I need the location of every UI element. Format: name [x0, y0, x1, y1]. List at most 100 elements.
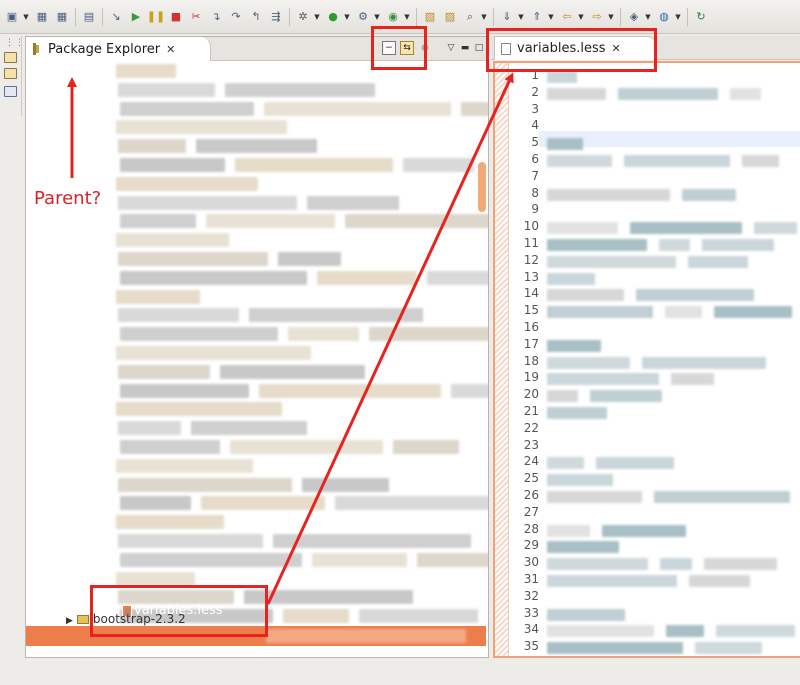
- obscured-tree-text: [201, 496, 325, 511]
- line-number: 16: [523, 319, 539, 334]
- perspective-icon[interactable]: ◈: [626, 9, 642, 25]
- toolbar-separator: [75, 7, 76, 26]
- obscured-tree-text: [116, 458, 253, 473]
- dropdown-arrow-icon[interactable]: ▼: [644, 13, 652, 21]
- line-number: 5: [531, 135, 539, 150]
- resume-icon[interactable]: ▶: [128, 9, 144, 25]
- disconnect-icon[interactable]: ✂: [188, 9, 204, 25]
- tab-package-explorer[interactable]: Package Explorer ✕: [26, 37, 211, 61]
- obscured-code-text: [547, 272, 595, 285]
- skip-breakpoints-icon[interactable]: ↘: [108, 9, 124, 25]
- editor-tab-highlight-box: [486, 28, 657, 72]
- line-number: 3: [531, 101, 539, 116]
- expand-arrow-icon[interactable]: ▶: [66, 616, 73, 626]
- step-into-icon[interactable]: ↴: [208, 9, 224, 25]
- line-number: 8: [531, 185, 539, 200]
- annotation-ruler: [495, 63, 509, 656]
- obscured-tree-text: [206, 214, 335, 229]
- obscured-code-text: [660, 558, 692, 571]
- close-icon[interactable]: ✕: [166, 43, 175, 56]
- obscured-tree-text: [120, 214, 196, 229]
- search-icon[interactable]: ⌕: [462, 9, 478, 25]
- obscured-tree-text: [116, 346, 311, 360]
- obscured-tree-text: [225, 82, 375, 97]
- obscured-code-text: [547, 87, 606, 100]
- obscured-tree-text: [235, 158, 393, 172]
- line-number: 2: [531, 84, 539, 99]
- obscured-tree-text: [230, 440, 383, 454]
- open-task-icon[interactable]: ▨: [442, 9, 458, 25]
- line-number: 13: [523, 269, 539, 284]
- link-button-highlight-box: [371, 26, 427, 70]
- new-icon[interactable]: ▣: [4, 9, 20, 25]
- obscured-code-text: [547, 642, 683, 655]
- back-icon[interactable]: ⇦: [559, 9, 575, 25]
- obscured-tree-text: [120, 327, 278, 342]
- line-number-gutter: 1 2 3 4 5 6 7 8 9 10 11 12 13 14 15 16 17 18 19 20 21 22 23 24 2…: [515, 67, 539, 655]
- open-type-icon[interactable]: ▧: [422, 9, 438, 25]
- dropdown-arrow-icon[interactable]: ▼: [313, 13, 321, 21]
- line-number: 17: [523, 336, 539, 351]
- obscured-code-text: [547, 289, 624, 302]
- dropdown-arrow-icon[interactable]: ▼: [403, 13, 411, 21]
- tab-label: Package Explorer: [48, 41, 161, 57]
- obscured-code-text: [547, 558, 648, 571]
- line-number: 21: [523, 403, 539, 418]
- suspend-icon[interactable]: ❚❚: [147, 9, 165, 25]
- code-editor[interactable]: 1 2 3 4 5 6 7 8 9 10 11 12 13 14 15 16 17 18 19 20 21 22 23 24 2…: [493, 61, 800, 658]
- external-tools-icon[interactable]: ⚙: [355, 9, 371, 25]
- forward-icon[interactable]: ⇨: [589, 9, 605, 25]
- dropdown-arrow-icon[interactable]: ▼: [577, 13, 585, 21]
- debug-icon[interactable]: ✲: [295, 9, 311, 25]
- obscured-code-text: [659, 239, 690, 251]
- obscured-code-text: [547, 474, 613, 487]
- previous-annotation-icon[interactable]: ⇑: [529, 9, 545, 25]
- toolbar-separator: [289, 7, 290, 26]
- coverage-icon[interactable]: ◉: [385, 9, 401, 25]
- obscured-tree-text: [118, 252, 268, 266]
- view-menu-icon[interactable]: ▽: [446, 43, 456, 53]
- obscured-code-text: [730, 87, 761, 100]
- step-over-icon[interactable]: ↷: [228, 9, 244, 25]
- obscured-code-text: [547, 575, 677, 587]
- dropdown-arrow-icon[interactable]: ▼: [607, 13, 615, 21]
- package-explorer-icon[interactable]: [4, 68, 17, 79]
- restore-icon[interactable]: [4, 52, 17, 63]
- obscured-tree-text: [116, 402, 282, 417]
- obscured-tree-text: [393, 440, 459, 454]
- terminal-icon[interactable]: ▤: [81, 9, 97, 25]
- minimize-icon[interactable]: ▬: [460, 43, 470, 53]
- tree-scrollbar[interactable]: [478, 162, 486, 212]
- obscured-tree-text: [369, 327, 488, 342]
- refresh-icon[interactable]: ↻: [693, 9, 709, 25]
- line-number: 28: [523, 521, 539, 536]
- run-icon[interactable]: ●: [325, 9, 341, 25]
- parent-annotation-label: Parent?: [34, 188, 102, 209]
- dropdown-arrow-icon[interactable]: ▼: [373, 13, 381, 21]
- dropdown-arrow-icon[interactable]: ▼: [480, 13, 488, 21]
- dropdown-arrow-icon[interactable]: ▼: [22, 13, 30, 21]
- dropdown-arrow-icon[interactable]: ▼: [517, 13, 525, 21]
- line-number: 25: [523, 471, 539, 486]
- left-trim-bar: ⋮⋮: [0, 36, 25, 116]
- step-return-icon[interactable]: ↰: [248, 9, 264, 25]
- line-number: 31: [523, 571, 539, 586]
- obscured-code-text: [547, 306, 653, 319]
- obscured-code-text: [716, 625, 795, 638]
- dropdown-arrow-icon[interactable]: ▼: [343, 13, 351, 21]
- globe-icon[interactable]: ◍: [656, 9, 672, 25]
- dropdown-arrow-icon[interactable]: ▼: [547, 13, 555, 21]
- trim-handle[interactable]: ⋮⋮: [5, 38, 25, 48]
- next-annotation-icon[interactable]: ⇓: [499, 9, 515, 25]
- type-hierarchy-icon[interactable]: [4, 86, 17, 97]
- terminate-icon[interactable]: ■: [168, 9, 184, 25]
- save-icon[interactable]: ▦: [34, 9, 50, 25]
- save-all-icon[interactable]: ▦: [54, 9, 70, 25]
- obscured-code-text: [547, 457, 584, 470]
- obscured-code-text: [754, 222, 797, 235]
- toolbar-separator: [493, 7, 494, 26]
- maximize-icon[interactable]: □: [474, 43, 484, 53]
- package-explorer-view: Package Explorer ✕ − ⇆ ● ▽ ▬ □ variables…: [25, 36, 489, 658]
- use-step-filters-icon[interactable]: ⇶: [268, 9, 284, 25]
- dropdown-arrow-icon[interactable]: ▼: [674, 13, 682, 21]
